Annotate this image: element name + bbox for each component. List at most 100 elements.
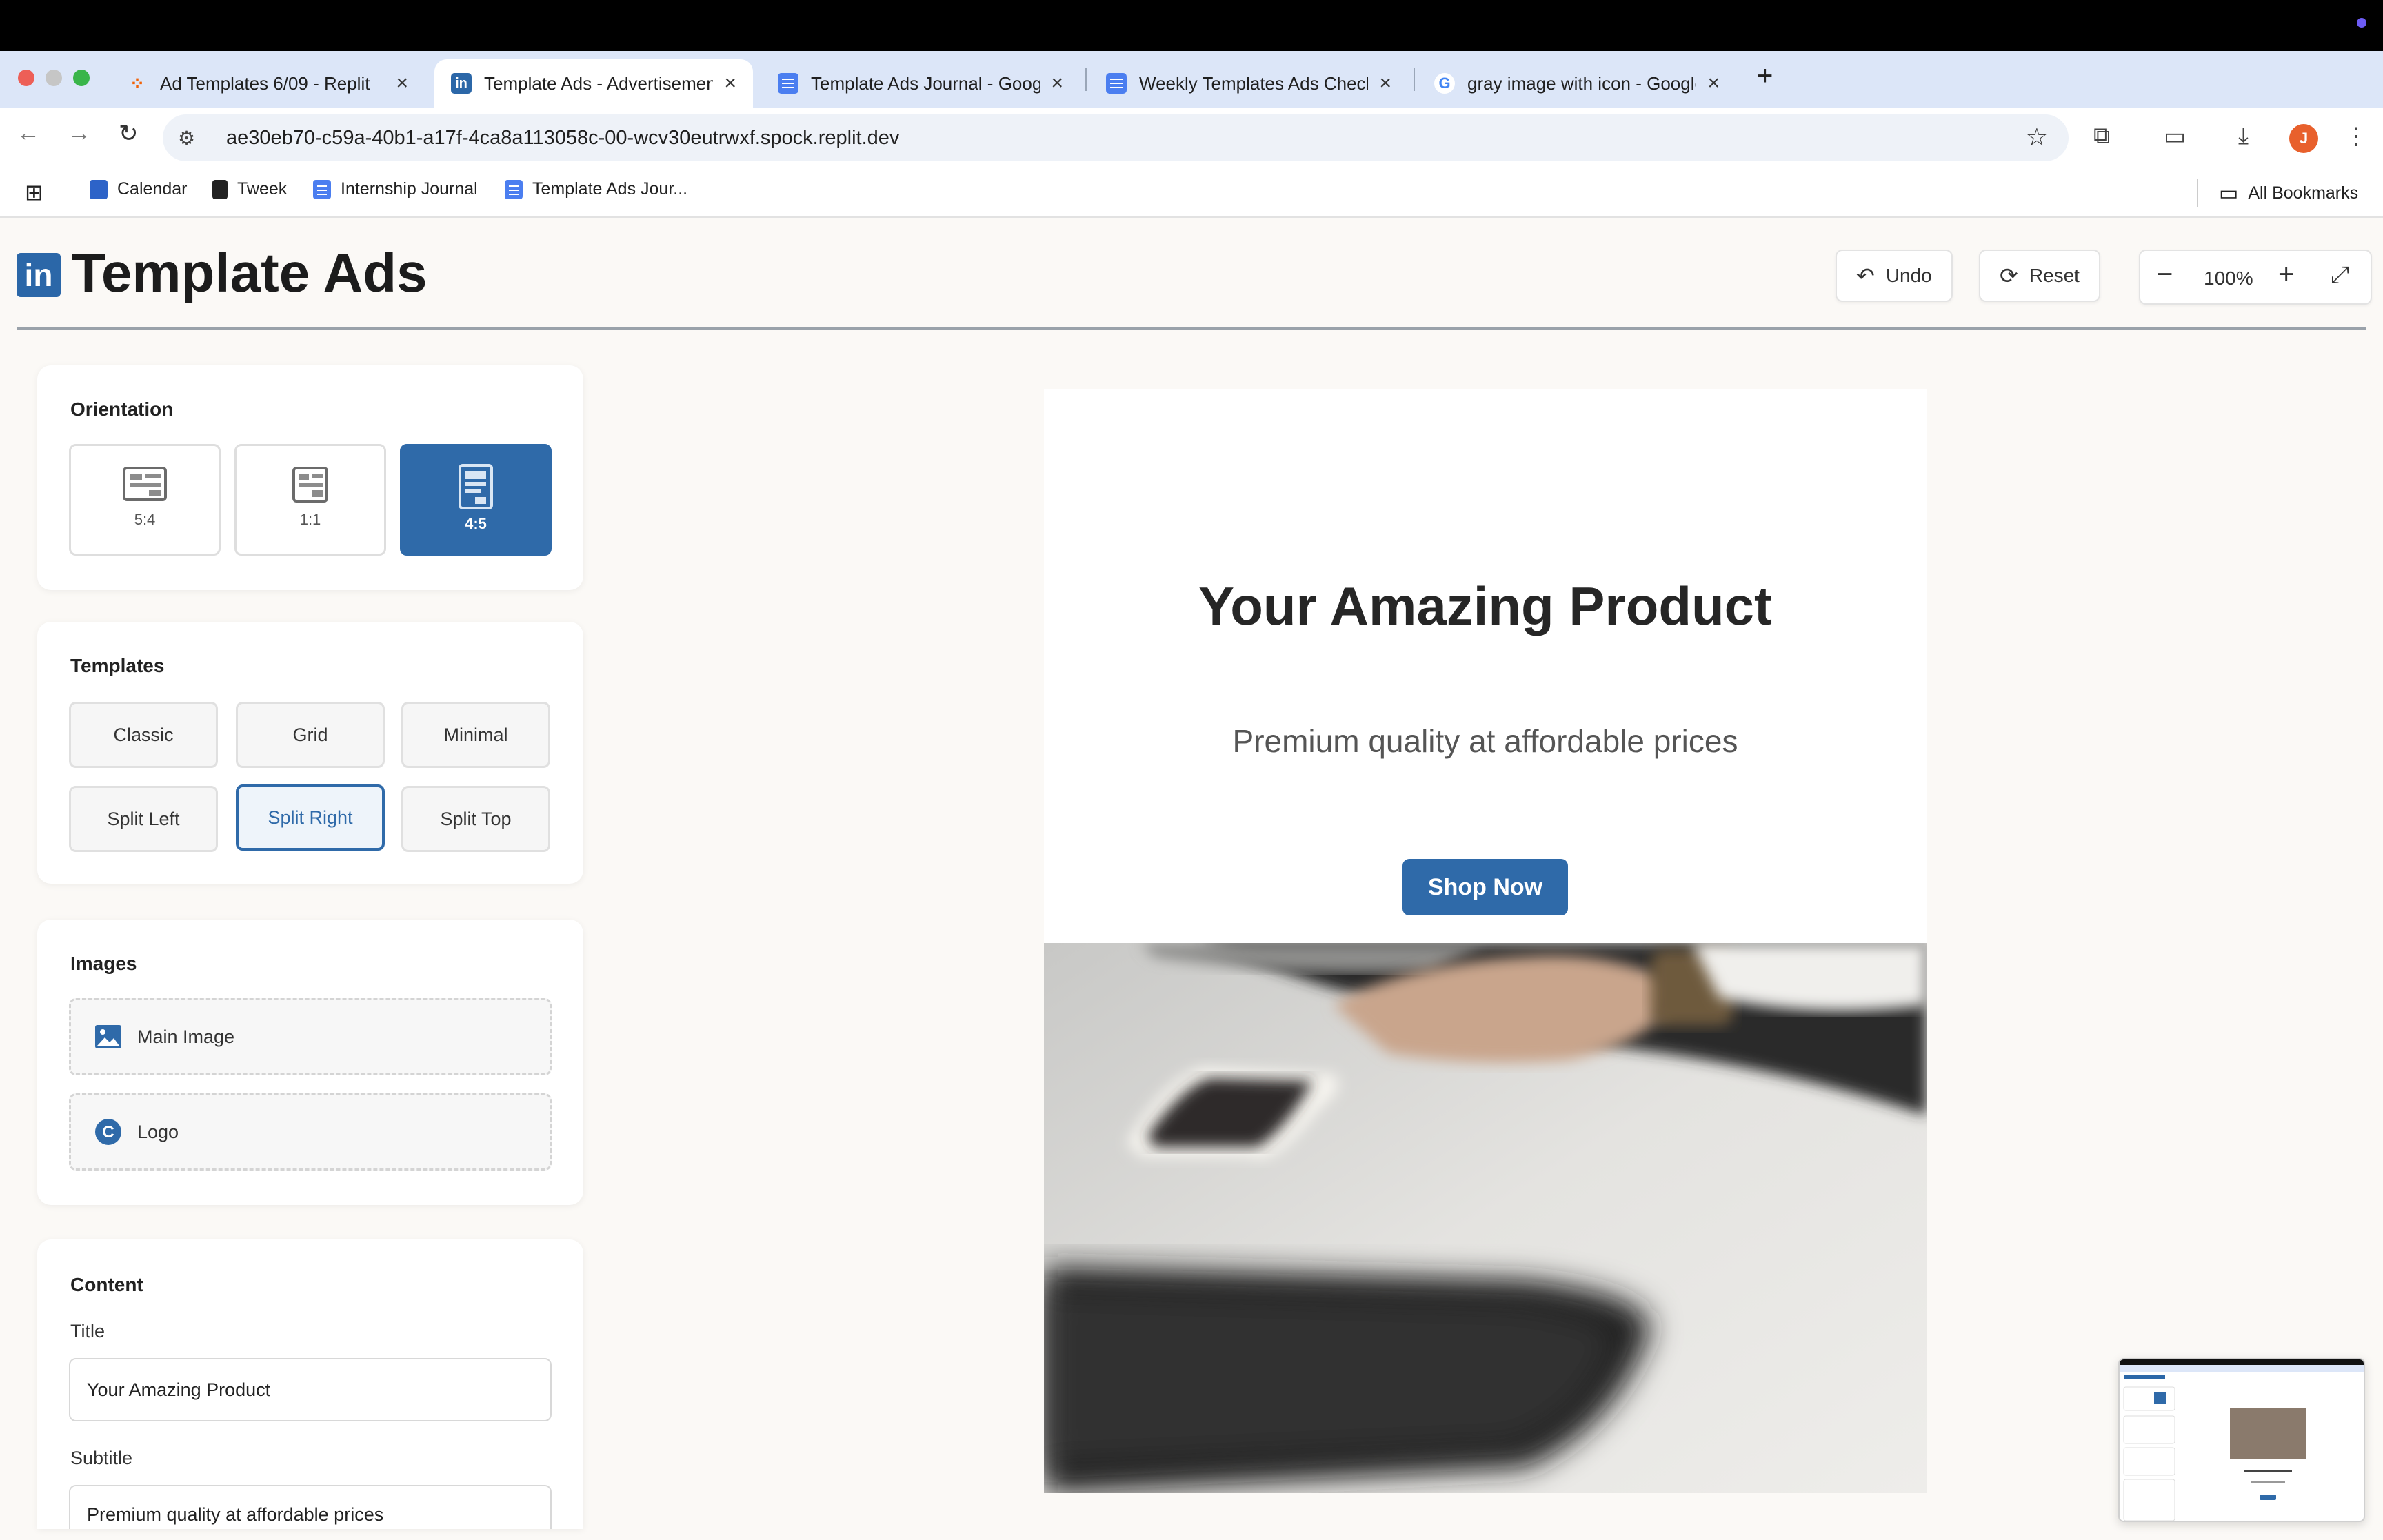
- ad-preview: Your Amazing Product Premium quality at …: [1044, 389, 1927, 1493]
- bookmark-internship-journal[interactable]: Internship Journal: [313, 179, 478, 199]
- portrait-layout-icon: [459, 464, 493, 509]
- template-minimal[interactable]: Minimal: [401, 702, 550, 768]
- tab-title: Weekly Templates Ads Check: [1139, 72, 1369, 94]
- tweek-icon: [212, 179, 228, 199]
- bookmark-tweek[interactable]: Tweek: [212, 179, 287, 199]
- url-text[interactable]: ae30eb70-c59a-40b1-a17f-4ca8a113058c-00-…: [226, 127, 899, 150]
- template-split-right[interactable]: Split Right: [236, 784, 385, 851]
- title-input[interactable]: Your Amazing Product: [69, 1358, 552, 1421]
- square-layout-icon: [292, 467, 328, 503]
- linkedin-logo-icon: in: [17, 253, 61, 297]
- forward-icon[interactable]: →: [68, 120, 91, 147]
- minimize-window-icon[interactable]: [46, 70, 62, 86]
- orientation-4-5[interactable]: 4:5: [400, 444, 552, 556]
- templates-card: Templates Classic Grid Minimal Split Lef…: [37, 622, 583, 884]
- docs-favicon-icon: [778, 73, 798, 94]
- bookmark-template-ads-journal[interactable]: Template Ads Jour...: [505, 179, 687, 199]
- bookmark-label: Calendar: [117, 179, 188, 199]
- tab-template-ads[interactable]: in Template Ads - Advertisement ×: [434, 59, 753, 108]
- template-split-top[interactable]: Split Top: [401, 786, 550, 852]
- orientation-label: 4:5: [465, 515, 487, 532]
- menu-icon[interactable]: ⋮: [2344, 123, 2368, 150]
- zoom-in-button[interactable]: +: [2278, 259, 2294, 290]
- template-split-left[interactable]: Split Left: [69, 786, 218, 852]
- reset-icon: ⟳: [2000, 263, 2018, 288]
- orientation-heading: Orientation: [70, 398, 174, 420]
- preview-subtitle: Premium quality at affordable prices: [1232, 723, 1738, 759]
- undo-icon: ↶: [1856, 263, 1875, 288]
- tab-google-search[interactable]: G gray image with icon - Google ×: [1418, 59, 1736, 108]
- maximize-window-icon[interactable]: [73, 70, 90, 86]
- profile-avatar[interactable]: J: [2289, 124, 2318, 153]
- calendar-icon: [90, 179, 108, 199]
- bookmark-star-icon[interactable]: ☆: [2026, 123, 2048, 152]
- undo-label: Undo: [1885, 265, 1932, 286]
- apps-grid-icon[interactable]: ⊞: [25, 179, 43, 205]
- page-title: Template Ads: [72, 242, 428, 303]
- tab-replit[interactable]: ⁘ Ad Templates 6/09 - Replit ×: [110, 59, 425, 108]
- back-icon[interactable]: ←: [17, 120, 40, 147]
- title-field-label: Title: [70, 1321, 105, 1341]
- tab-weekly-check[interactable]: Weekly Templates Ads Check ×: [1089, 59, 1408, 108]
- landscape-layout-icon: [123, 467, 167, 501]
- svg-text:C: C: [102, 1123, 114, 1142]
- tab-title: Ad Templates 6/09 - Replit: [160, 72, 370, 94]
- bookmark-calendar[interactable]: Calendar: [90, 179, 187, 199]
- main-image-upload[interactable]: Main Image: [69, 998, 552, 1075]
- screenshot-thumbnail[interactable]: [2118, 1358, 2365, 1522]
- download-icon[interactable]: ⤓: [2238, 123, 2249, 150]
- logo-icon: C: [94, 1118, 122, 1146]
- bookmarks-bar: ⊞ Calendar Tweek Internship Journal Temp…: [0, 168, 2383, 218]
- tab-title: Template Ads - Advertisement: [484, 72, 714, 94]
- undo-button[interactable]: ↶ Undo: [1836, 250, 1953, 302]
- close-tab-icon[interactable]: ×: [396, 72, 408, 95]
- template-classic[interactable]: Classic: [69, 702, 218, 768]
- orientation-1-1[interactable]: 1:1: [234, 444, 386, 556]
- google-favicon-icon: G: [1434, 73, 1455, 94]
- content-card: Content Title Your Amazing Product Subti…: [37, 1239, 583, 1529]
- orientation-label: 1:1: [299, 511, 321, 528]
- all-bookmarks[interactable]: ▭ All Bookmarks: [2197, 179, 2358, 207]
- tab-title: gray image with icon - Google: [1467, 72, 1697, 94]
- reset-button[interactable]: ⟳ Reset: [1979, 250, 2100, 302]
- reload-icon[interactable]: ↻: [119, 120, 139, 148]
- logo-label: Logo: [137, 1121, 179, 1142]
- bookmark-label: All Bookmarks: [2248, 183, 2359, 203]
- logo-upload[interactable]: C Logo: [69, 1093, 552, 1171]
- docs-icon: [505, 179, 523, 199]
- subtitle-input[interactable]: Premium quality at affordable prices: [69, 1485, 552, 1529]
- templates-heading: Templates: [70, 655, 165, 676]
- zoom-out-button[interactable]: −: [2157, 259, 2173, 290]
- preview-photo: [1044, 943, 1927, 1493]
- close-window-icon[interactable]: [18, 70, 34, 86]
- subtitle-field-label: Subtitle: [70, 1448, 133, 1468]
- content-heading: Content: [70, 1274, 143, 1295]
- reset-label: Reset: [2029, 265, 2080, 286]
- browser-toolbar: ← → ↻ ⚙ ae30eb70-c59a-40b1-a17f-4ca8a113…: [0, 108, 2383, 168]
- preview-title: Your Amazing Product: [1198, 576, 1773, 636]
- tab-journal[interactable]: Template Ads Journal - Google ×: [761, 59, 1080, 108]
- images-heading: Images: [70, 953, 137, 974]
- thumbnail-image: [2120, 1359, 2364, 1521]
- tab-separator: [1414, 68, 1415, 91]
- zoom-controls: − 100% + ⤢: [2139, 250, 2372, 305]
- orientation-5-4[interactable]: 5:4: [69, 444, 221, 556]
- template-grid[interactable]: Grid: [236, 702, 385, 768]
- close-tab-icon[interactable]: ×: [724, 72, 736, 95]
- close-tab-icon[interactable]: ×: [1707, 72, 1720, 95]
- close-tab-icon[interactable]: ×: [1379, 72, 1391, 95]
- tab-separator: [1085, 68, 1087, 91]
- docs-icon: [313, 179, 331, 199]
- bookmark-label: Template Ads Jour...: [532, 179, 688, 199]
- new-tab-icon[interactable]: +: [1757, 61, 1773, 92]
- images-card: Images Main Image C Logo: [37, 920, 583, 1205]
- fullscreen-icon[interactable]: ⤢: [2331, 262, 2349, 289]
- address-bar[interactable]: ⚙ ae30eb70-c59a-40b1-a17f-4ca8a113058c-0…: [163, 114, 2069, 161]
- bookmark-label: Tweek: [237, 179, 288, 199]
- close-tab-icon[interactable]: ×: [1051, 72, 1063, 95]
- shop-now-button[interactable]: Shop Now: [1402, 859, 1568, 915]
- cast-icon[interactable]: ▭: [2164, 123, 2186, 150]
- site-info-icon[interactable]: ⚙: [178, 127, 205, 150]
- extensions-icon[interactable]: ⧉: [2093, 123, 2110, 150]
- linkedin-favicon-icon: in: [451, 73, 472, 94]
